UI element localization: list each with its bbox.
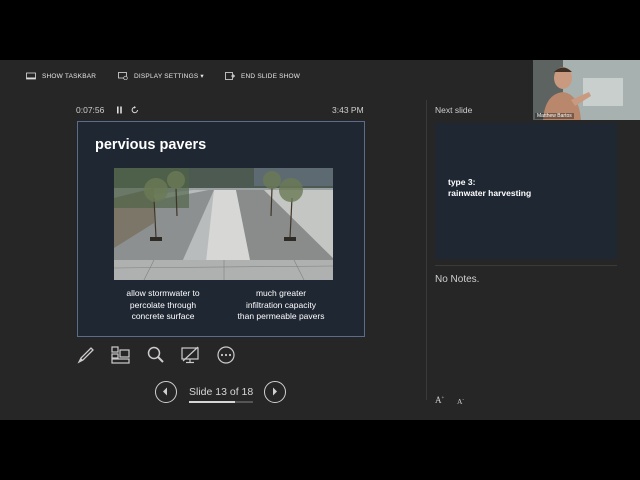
pane-divider[interactable] bbox=[426, 100, 427, 400]
webcam-video: Matthew Bartos bbox=[533, 60, 640, 120]
end-slide-show-label: END SLIDE SHOW bbox=[241, 72, 301, 80]
caption-left-line: allow stormwater to bbox=[126, 288, 200, 298]
caption-right-line: much greater bbox=[255, 288, 307, 298]
decrease-font-button[interactable]: A- bbox=[457, 397, 464, 406]
display-settings-icon bbox=[118, 72, 128, 80]
chevron-right-icon bbox=[273, 387, 277, 396]
next-slide-label: Next slide bbox=[435, 105, 473, 115]
display-settings-label: DISPLAY SETTINGS ▾ bbox=[134, 73, 204, 80]
more-options-icon[interactable] bbox=[216, 346, 236, 364]
show-taskbar-button[interactable]: SHOW TASKBAR bbox=[26, 70, 96, 82]
next-slide-text: type 3: rainwater harvesting bbox=[448, 177, 531, 199]
show-taskbar-label: SHOW TASKBAR bbox=[42, 72, 97, 80]
end-slide-show-button[interactable]: END SLIDE SHOW bbox=[225, 70, 300, 82]
end-show-icon bbox=[225, 72, 235, 80]
next-slide-preview[interactable]: type 3: rainwater harvesting bbox=[435, 123, 617, 259]
display-settings-button[interactable]: DISPLAY SETTINGS ▾ bbox=[118, 70, 204, 82]
caption-right: much greater infiltration capacity than … bbox=[226, 288, 336, 323]
next-slide-button[interactable] bbox=[264, 381, 286, 403]
slide-progress-fill bbox=[189, 401, 236, 403]
next-slide-line: type 3: bbox=[448, 177, 476, 187]
slide-title: pervious pavers bbox=[95, 137, 207, 153]
increase-font-button[interactable]: A+ bbox=[435, 395, 444, 405]
slide-counter[interactable]: Slide 13 of 18 bbox=[189, 386, 253, 398]
pervious-pavers-photo bbox=[114, 168, 333, 280]
caption-left: allow stormwater to percolate through co… bbox=[108, 288, 218, 323]
clock: 3:43 PM bbox=[332, 105, 364, 115]
black-screen-icon[interactable] bbox=[180, 346, 200, 364]
chevron-left-icon bbox=[163, 387, 167, 396]
taskbar-icon bbox=[26, 72, 36, 80]
caption-left-line: concrete surface bbox=[131, 311, 195, 321]
speaker-notes[interactable]: No Notes. bbox=[435, 274, 479, 285]
webcam-name-label: Matthew Bartos bbox=[535, 113, 574, 119]
restart-timer-icon[interactable] bbox=[131, 106, 139, 114]
next-slide-line: rainwater harvesting bbox=[448, 188, 532, 198]
notes-divider bbox=[435, 265, 617, 266]
see-all-slides-icon[interactable] bbox=[110, 346, 130, 364]
caption-right-line: infiltration capacity bbox=[246, 299, 316, 310]
current-slide: pervious pavers allow stormwater to perc… bbox=[77, 121, 365, 337]
presenter-video-image bbox=[533, 60, 640, 120]
previous-slide-button[interactable] bbox=[155, 381, 177, 403]
elapsed-timer: 0:07:56 bbox=[76, 105, 105, 115]
zoom-icon[interactable] bbox=[146, 346, 166, 364]
caption-left-line: percolate through bbox=[129, 299, 197, 310]
caption-right-line: than permeable pavers bbox=[237, 311, 325, 321]
slide-progress-bar bbox=[189, 401, 253, 403]
pause-timer-icon[interactable] bbox=[116, 106, 123, 114]
pen-icon[interactable] bbox=[76, 346, 96, 364]
